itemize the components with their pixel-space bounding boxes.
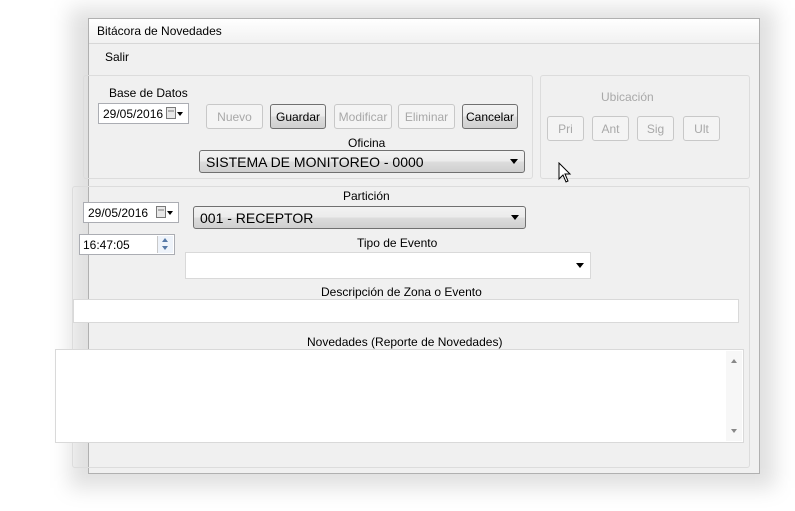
time-spinner[interactable] [157, 236, 173, 253]
event-time-input[interactable]: 16:47:05 [79, 234, 175, 255]
chevron-down-icon [510, 159, 518, 164]
office-label: Oficina [348, 136, 386, 150]
chevron-down-icon [576, 263, 584, 268]
database-date-value: 29/05/2016 [103, 107, 164, 121]
delete-button[interactable]: Eliminar [398, 104, 455, 129]
new-button[interactable]: Nuevo [206, 104, 263, 129]
window-title: Bitácora de Novedades [97, 24, 222, 38]
database-group-label: Base de Datos [109, 86, 188, 100]
event-date-value: 29/05/2016 [88, 206, 149, 220]
main-window: Bitácora de Novedades Salir Base de Dato… [55, 18, 760, 474]
office-select-value: SISTEMA DE MONITOREO - 0000 [206, 154, 424, 170]
event-type-select[interactable] [185, 252, 591, 279]
menu-item-exit[interactable]: Salir [105, 50, 129, 64]
event-date-picker[interactable]: 29/05/2016 [83, 202, 179, 223]
event-type-label: Tipo de Evento [357, 236, 438, 250]
title-bar[interactable]: Bitácora de Novedades [89, 19, 759, 44]
save-button[interactable]: Guardar [270, 104, 326, 129]
cancel-button[interactable]: Cancelar [462, 104, 518, 129]
calendar-icon[interactable] [156, 206, 174, 219]
report-scrollbar[interactable] [726, 351, 742, 441]
scroll-down-icon[interactable] [731, 429, 737, 433]
partition-select[interactable]: 001 - RECEPTOR [193, 206, 526, 229]
mouse-cursor-icon [558, 162, 572, 183]
chevron-down-icon [511, 215, 519, 220]
modify-button[interactable]: Modificar [334, 104, 392, 129]
zone-description-label: Descripción de Zona o Evento [321, 285, 482, 299]
next-record-button[interactable]: Sig [637, 116, 674, 141]
event-time-value: 16:47:05 [83, 238, 130, 252]
spin-up-icon[interactable] [162, 238, 168, 242]
office-select[interactable]: SISTEMA DE MONITOREO - 0000 [199, 150, 525, 173]
scroll-up-icon[interactable] [731, 359, 737, 363]
partition-select-value: 001 - RECEPTOR [200, 210, 314, 226]
report-label: Novedades (Reporte de Novedades) [307, 335, 503, 349]
spin-down-icon[interactable] [162, 246, 168, 250]
partition-label: Partición [343, 189, 390, 203]
last-record-button[interactable]: Ult [683, 116, 720, 141]
report-textarea[interactable] [55, 349, 744, 443]
location-group-label: Ubicación [601, 90, 654, 104]
previous-record-button[interactable]: Ant [592, 116, 629, 141]
zone-description-input[interactable] [73, 299, 739, 323]
database-date-picker[interactable]: 29/05/2016 [98, 103, 189, 124]
calendar-icon[interactable] [166, 107, 184, 120]
first-record-button[interactable]: Pri [547, 116, 584, 141]
